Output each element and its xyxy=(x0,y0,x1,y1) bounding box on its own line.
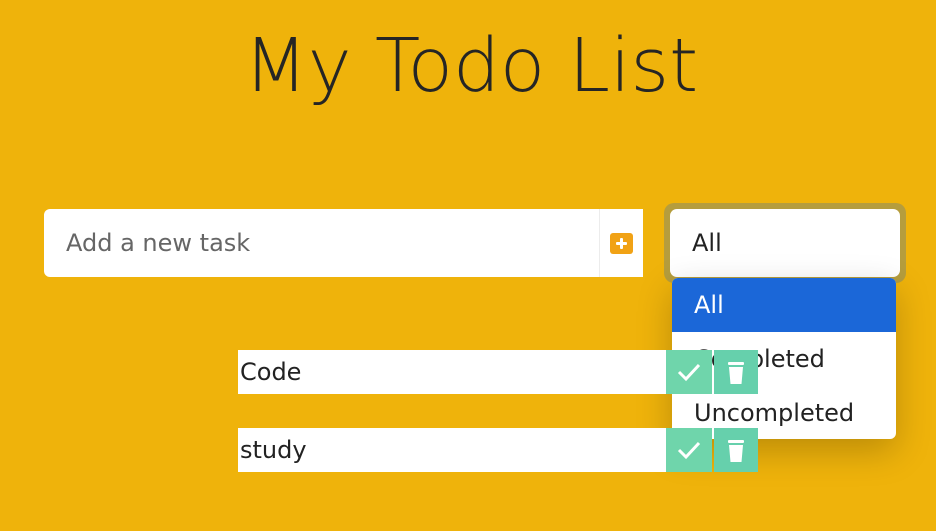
todo-text: Code xyxy=(238,350,666,394)
trash-icon xyxy=(725,438,747,463)
trash-icon xyxy=(725,360,747,385)
filter-select[interactable]: All xyxy=(664,203,906,283)
new-task-form xyxy=(44,209,643,277)
complete-todo-button[interactable] xyxy=(666,428,712,472)
filter-selected-value: All xyxy=(670,209,900,277)
check-icon xyxy=(677,362,701,382)
delete-todo-button[interactable] xyxy=(714,428,758,472)
check-icon xyxy=(677,440,701,460)
todo-item: study xyxy=(238,428,758,472)
complete-todo-button[interactable] xyxy=(666,350,712,394)
todo-item: Code xyxy=(238,350,758,394)
page-title: My Todo List xyxy=(243,23,699,109)
todo-text: study xyxy=(238,428,666,472)
delete-todo-button[interactable] xyxy=(714,350,758,394)
new-task-input[interactable] xyxy=(44,209,599,277)
plus-icon xyxy=(610,232,633,254)
add-task-button[interactable] xyxy=(599,209,643,277)
filter-option-all[interactable]: All xyxy=(672,278,896,332)
